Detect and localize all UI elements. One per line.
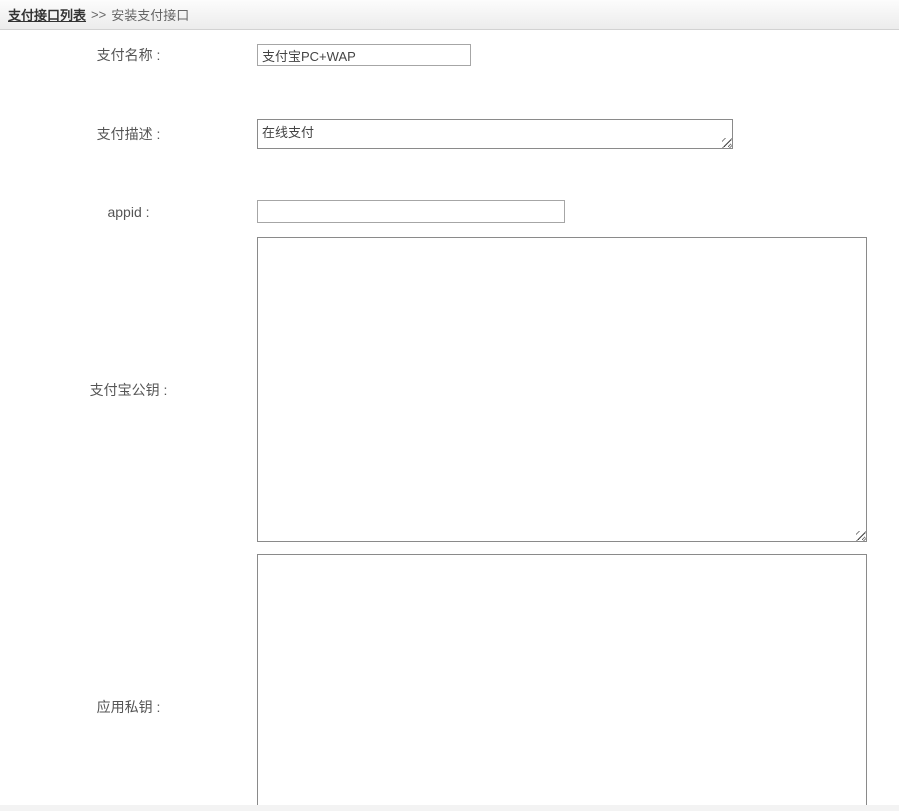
app-private-key-label: 应用私钥 :: [0, 697, 257, 717]
alipay-public-key-textarea[interactable]: [257, 237, 867, 542]
page: 支付接口列表 >> 安装支付接口 支付名称 : 支付描述 : 在线支付 appi…: [0, 0, 899, 811]
payment-name-label: 支付名称 :: [0, 45, 257, 65]
breadcrumb: 支付接口列表 >> 安装支付接口: [0, 0, 899, 30]
form-row-alipay-public-key: 支付宝公钥 :: [0, 237, 867, 542]
form-row-appid: appid :: [0, 200, 565, 223]
form-row-payment-description: 支付描述 : 在线支付: [0, 119, 733, 149]
appid-label: appid :: [0, 204, 257, 220]
payment-description-label: 支付描述 :: [0, 124, 257, 144]
form-row-app-private-key: 应用私钥 :: [0, 554, 867, 811]
appid-input[interactable]: [257, 200, 565, 223]
horizontal-scrollbar-track[interactable]: [0, 805, 899, 811]
alipay-public-key-label: 支付宝公钥 :: [0, 380, 257, 400]
payment-description-textarea[interactable]: 在线支付: [257, 119, 733, 149]
app-private-key-textarea[interactable]: [257, 554, 867, 811]
form-row-payment-name: 支付名称 :: [0, 44, 471, 66]
breadcrumb-current-page: 安装支付接口: [111, 5, 189, 24]
breadcrumb-link-payment-interface-list[interactable]: 支付接口列表: [8, 5, 86, 24]
payment-name-input[interactable]: [257, 44, 471, 66]
breadcrumb-separator: >>: [91, 7, 106, 22]
